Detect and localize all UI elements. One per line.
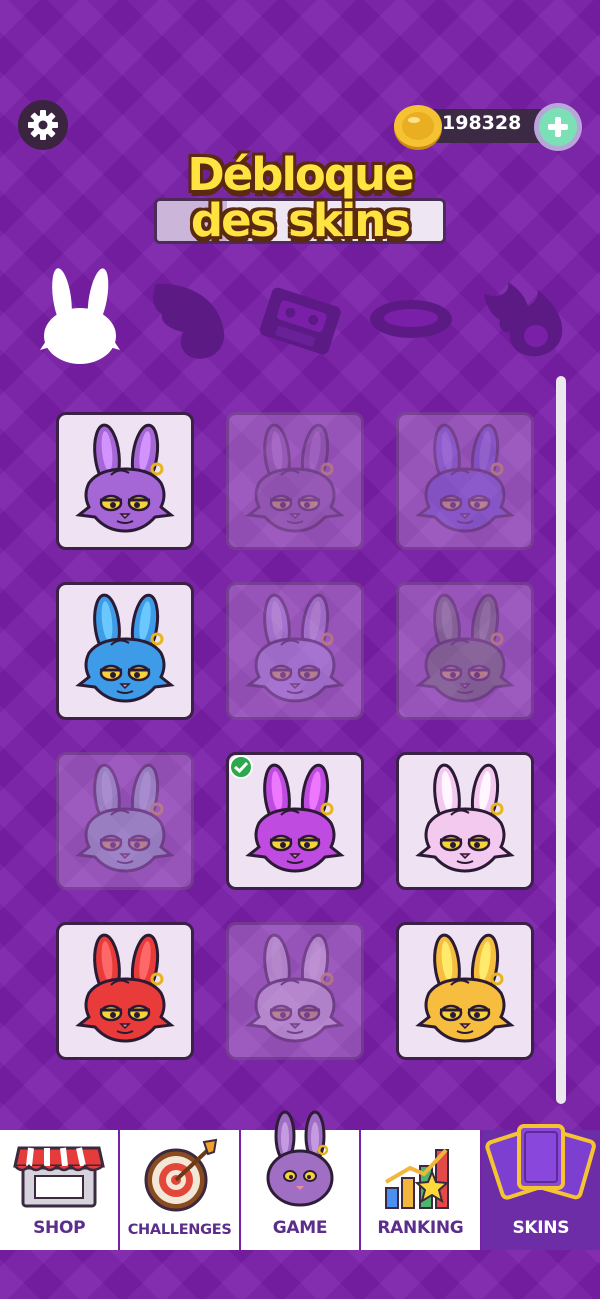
nav-challenges-label: CHALLENGES bbox=[127, 1222, 232, 1238]
bunny-skin-icon bbox=[415, 763, 515, 873]
nav-ranking-label: RANKING bbox=[377, 1218, 464, 1238]
skin-card[interactable] bbox=[396, 582, 534, 720]
bunny-skin-icon bbox=[415, 423, 515, 533]
cassette-icon[interactable] bbox=[258, 284, 342, 360]
ranking-chart-icon bbox=[385, 1148, 450, 1209]
selected-check-icon bbox=[229, 755, 253, 779]
skin-card[interactable] bbox=[56, 412, 194, 550]
coin-icon bbox=[394, 105, 442, 150]
bunny-avatar-icon bbox=[266, 1110, 334, 1207]
bunny-skin-icon bbox=[75, 423, 175, 533]
skin-card[interactable] bbox=[56, 752, 194, 890]
nav-shop[interactable]: SHOP bbox=[0, 1130, 121, 1250]
bunny-skin-icon bbox=[415, 593, 515, 703]
wing-icon[interactable] bbox=[150, 278, 230, 362]
nav-game-label: GAME bbox=[272, 1218, 328, 1238]
nav-game[interactable]: GAME bbox=[240, 1110, 362, 1250]
nav-skins[interactable]: SKINS bbox=[481, 1124, 600, 1250]
bunny-head-icon[interactable] bbox=[40, 268, 120, 366]
bottom-nav: SHOP CHALLENGES GAME RANKING SKINS bbox=[0, 1110, 600, 1250]
nav-challenges[interactable]: CHALLENGES bbox=[120, 1130, 241, 1250]
skin-card[interactable] bbox=[396, 412, 534, 550]
bunny-skin-icon bbox=[245, 423, 345, 533]
shop-icon bbox=[13, 1146, 106, 1208]
bunny-skin-icon bbox=[75, 593, 175, 703]
target-icon bbox=[144, 1138, 217, 1212]
nav-ranking[interactable]: RANKING bbox=[361, 1130, 482, 1250]
nav-shop-label: SHOP bbox=[33, 1218, 86, 1238]
skin-card[interactable] bbox=[396, 922, 534, 1060]
plus-icon bbox=[548, 117, 568, 137]
skin-card[interactable] bbox=[396, 752, 534, 890]
skin-card[interactable] bbox=[226, 922, 364, 1060]
bunny-skin-icon bbox=[75, 763, 175, 873]
add-coins-button[interactable] bbox=[534, 103, 582, 151]
page-title: Débloque des skins bbox=[187, 148, 414, 247]
settings-button[interactable] bbox=[18, 100, 68, 150]
cards-icon bbox=[485, 1124, 596, 1200]
fire-icon[interactable] bbox=[480, 282, 566, 358]
skin-card[interactable] bbox=[56, 922, 194, 1060]
skin-card[interactable] bbox=[226, 412, 364, 550]
bunny-skin-icon bbox=[245, 593, 345, 703]
skin-card[interactable] bbox=[56, 582, 194, 720]
ring-icon[interactable] bbox=[368, 296, 454, 342]
gear-icon bbox=[28, 110, 58, 140]
skin-card[interactable] bbox=[226, 752, 364, 890]
bunny-skin-icon bbox=[415, 933, 515, 1043]
skin-card[interactable] bbox=[226, 582, 364, 720]
bunny-skin-icon bbox=[245, 933, 345, 1043]
coin-balance: 198328 bbox=[392, 103, 582, 151]
scrollbar[interactable] bbox=[556, 376, 566, 1104]
bunny-skin-icon bbox=[75, 933, 175, 1043]
nav-skins-label: SKINS bbox=[512, 1218, 570, 1238]
